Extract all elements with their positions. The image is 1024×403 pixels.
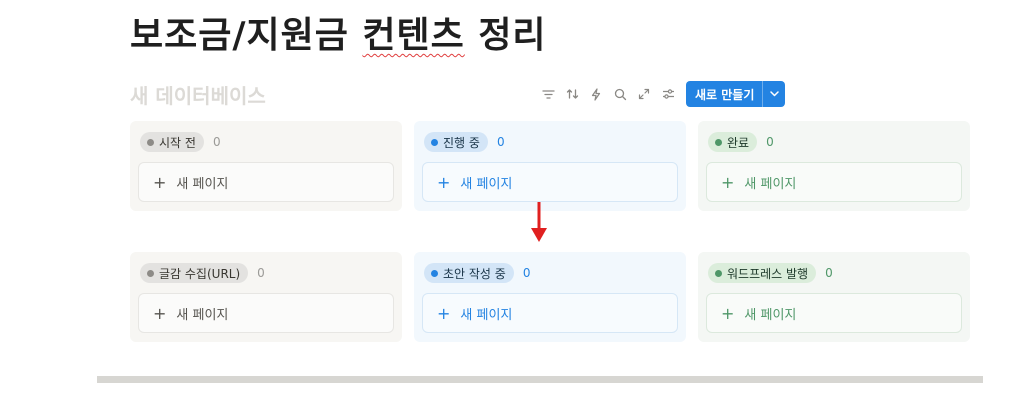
column-count: 0 bbox=[212, 135, 221, 149]
status-label: 시작 전 bbox=[159, 135, 196, 150]
page-title-part1: 보조금/지원금 bbox=[130, 15, 363, 56]
new-page-label: 새 페이지 bbox=[460, 307, 513, 323]
status-label: 워드프레스 발행 bbox=[727, 266, 809, 281]
column-header: 초안 작성 중 0 bbox=[424, 262, 530, 284]
new-page-button[interactable]: + 새 페이지 bbox=[706, 293, 962, 333]
board-column-in-progress: 진행 중 0 + 새 페이지 bbox=[414, 121, 686, 211]
status-label: 진행 중 bbox=[443, 135, 480, 150]
status-label: 완료 bbox=[727, 135, 750, 150]
status-label: 초안 작성 중 bbox=[443, 266, 506, 281]
new-button[interactable]: 새로 만들기 bbox=[686, 81, 786, 107]
board-column-collect-urls: 글감 수집(URL) 0 + 새 페이지 bbox=[130, 252, 402, 342]
arrow-head bbox=[531, 228, 547, 242]
database-name[interactable]: 새 데이터베이스 bbox=[130, 80, 266, 109]
column-count: 0 bbox=[825, 266, 833, 280]
page-title-part2-misspelled: 컨텐츠 bbox=[362, 15, 465, 56]
page-title: 보조금/지원금 컨텐츠 정리 bbox=[130, 6, 547, 58]
status-dot bbox=[147, 269, 154, 277]
column-count: 0 bbox=[257, 266, 265, 280]
board-column-done: 완료 0 + 새 페이지 bbox=[698, 121, 970, 211]
database-toolbar: 새로 만들기 bbox=[536, 80, 786, 108]
arrow-shaft bbox=[537, 202, 541, 229]
plus-icon: + bbox=[721, 172, 735, 192]
new-page-label: 새 페이지 bbox=[460, 176, 513, 192]
page-title-part3: 정리 bbox=[464, 15, 547, 56]
status-dot bbox=[715, 269, 722, 277]
new-page-label: 새 페이지 bbox=[176, 176, 229, 192]
column-count: 0 bbox=[522, 266, 531, 280]
column-header: 진행 중 0 bbox=[424, 131, 505, 153]
status-badge[interactable]: 초안 작성 중 bbox=[424, 263, 514, 283]
plus-icon: + bbox=[437, 303, 451, 323]
new-button-label[interactable]: 새로 만들기 bbox=[686, 81, 762, 107]
new-page-label: 새 페이지 bbox=[176, 307, 229, 323]
status-dot bbox=[431, 269, 438, 277]
board-column-drafting: 초안 작성 중 0 + 새 페이지 bbox=[414, 252, 686, 342]
filter-icon[interactable] bbox=[536, 82, 560, 106]
new-page-label: 새 페이지 bbox=[744, 307, 797, 323]
column-header: 완료 0 bbox=[708, 131, 774, 153]
status-dot bbox=[147, 138, 154, 146]
status-badge[interactable]: 진행 중 bbox=[424, 132, 488, 152]
column-header: 글감 수집(URL) 0 bbox=[140, 262, 265, 284]
status-badge[interactable]: 시작 전 bbox=[140, 132, 204, 152]
board-column-wordpress-published: 워드프레스 발행 0 + 새 페이지 bbox=[698, 252, 970, 342]
new-page-button[interactable]: + 새 페이지 bbox=[422, 293, 678, 333]
column-count: 0 bbox=[766, 135, 774, 149]
settings-icon[interactable] bbox=[656, 82, 680, 106]
plus-icon: + bbox=[437, 172, 451, 192]
plus-icon: + bbox=[153, 172, 167, 192]
horizontal-scrollbar[interactable] bbox=[97, 376, 983, 383]
status-badge[interactable]: 완료 bbox=[708, 132, 758, 152]
status-badge[interactable]: 워드프레스 발행 bbox=[708, 263, 817, 283]
automation-icon[interactable] bbox=[584, 82, 608, 106]
new-page-button[interactable]: + 새 페이지 bbox=[706, 162, 962, 202]
status-label: 글감 수집(URL) bbox=[159, 266, 241, 281]
red-arrow-down-icon bbox=[531, 202, 547, 242]
status-dot bbox=[431, 138, 438, 146]
board-column-not-started: 시작 전 0 + 새 페이지 bbox=[130, 121, 402, 211]
sort-icon[interactable] bbox=[560, 82, 584, 106]
search-icon[interactable] bbox=[608, 82, 632, 106]
column-header: 시작 전 0 bbox=[140, 131, 221, 153]
chevron-down-icon[interactable] bbox=[762, 81, 785, 107]
new-page-button[interactable]: + 새 페이지 bbox=[138, 162, 394, 202]
column-count: 0 bbox=[496, 135, 505, 149]
expand-icon[interactable] bbox=[632, 82, 656, 106]
column-header: 워드프레스 발행 0 bbox=[708, 262, 833, 284]
plus-icon: + bbox=[721, 303, 735, 323]
new-page-label: 새 페이지 bbox=[744, 176, 797, 192]
new-page-button[interactable]: + 새 페이지 bbox=[422, 162, 678, 202]
new-page-button[interactable]: + 새 페이지 bbox=[138, 293, 394, 333]
status-badge[interactable]: 글감 수집(URL) bbox=[140, 263, 249, 283]
plus-icon: + bbox=[153, 303, 167, 323]
status-dot bbox=[715, 138, 722, 146]
